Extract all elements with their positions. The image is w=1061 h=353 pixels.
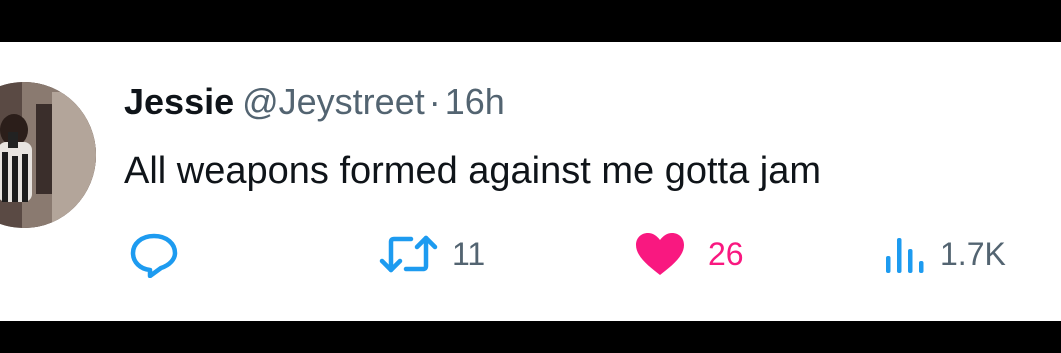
retweet-icon [378, 232, 440, 276]
avatar[interactable] [0, 82, 96, 228]
bar-chart-icon [882, 232, 928, 276]
reply-button[interactable] [128, 230, 192, 278]
like-count: 26 [708, 236, 744, 272]
like-button[interactable]: 26 [632, 230, 744, 278]
screenshot-frame: Jessie @Jeystreet · 16h All weapons formed … [0, 0, 1061, 353]
retweet-count: 11 [452, 236, 486, 272]
tweet-timestamp[interactable]: 16h [445, 81, 505, 122]
heart-filled-icon [632, 230, 688, 278]
views-count: 1.7K [940, 236, 1006, 272]
retweet-button[interactable]: 11 [378, 230, 485, 278]
user-handle[interactable]: @Jeystreet [242, 81, 425, 122]
tweet-text: All weapons formed against me gotta jam [124, 150, 822, 192]
separator-dot: · [428, 81, 441, 122]
reply-bubble-icon [128, 230, 180, 278]
tweet-card[interactable]: Jessie @Jeystreet · 16h All weapons formed … [0, 42, 1061, 321]
tweet-header: Jessie @Jeystreet · 16h [124, 80, 505, 124]
display-name[interactable]: Jessie [124, 81, 234, 122]
avatar-photo [0, 82, 96, 228]
views-button[interactable]: 1.7K [882, 230, 1006, 278]
